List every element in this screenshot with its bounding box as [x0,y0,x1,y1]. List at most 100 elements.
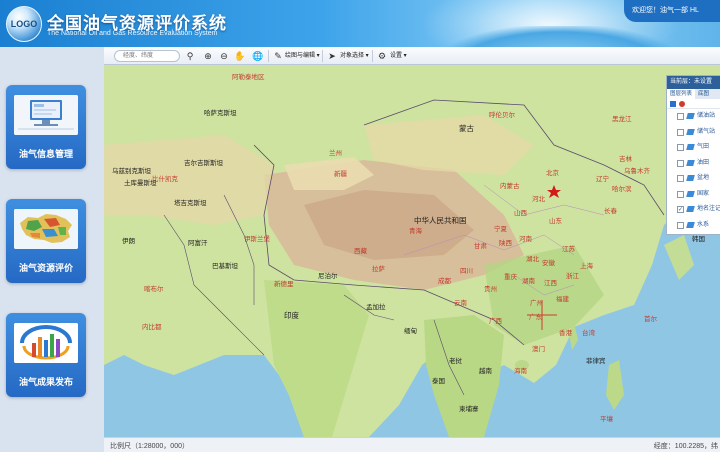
layer-item[interactable]: 水系 [667,218,720,234]
map-label: 柬埔寨 [459,406,479,413]
zoom-out-icon[interactable]: ⊖ [218,50,230,62]
map-place-label: 阿勒泰地区 [232,74,265,81]
tab-layer-list[interactable]: 图层列表 [667,89,696,99]
map-place-label: 广东 [529,314,542,321]
layer-name: 油田 [697,159,710,166]
layer-icon [686,159,695,166]
layer-checkbox[interactable] [677,221,684,229]
layer-icon [686,113,695,119]
layer-checkbox[interactable]: ✓ [677,206,684,213]
pan-hand-icon[interactable]: ✋ [234,50,246,62]
object-select-label: 对象选择 [340,53,365,59]
layer-panel: 当前层：未设置 图层列表 底图 储油站 储气站 气田 油田 盆地 国家 ✓ 地名注记 水系 [666,75,720,235]
map-place-label: 陕西 [499,240,512,247]
map-panel: ⚲ ⊕ ⊖ ✋ 🌐 ✎ 绘图与编辑 ▾ ➤ 对象选择 ▾ ⚙ 设置 ▾ [104,47,720,452]
layer-name: 储油站 [697,113,716,119]
map-label: 乌兹别克斯坦 [112,168,151,175]
map-place-label: 海南 [514,368,527,375]
layer-checkbox[interactable] [677,159,684,167]
layer-item[interactable]: 油田 [667,156,720,172]
map-label: 蒙古 [459,124,474,133]
map-label: 阿富汗 [188,240,208,247]
map-place-label: 江西 [544,280,557,287]
resource-map-thumbnail [14,209,78,249]
map-label: 新疆 [334,171,347,178]
map-place-label: 内比都 [142,324,162,331]
nav-oil-gas-info-management[interactable]: 油气信息管理 [6,85,86,169]
tab-basemap[interactable]: 底图 [695,89,712,99]
object-select-menu[interactable]: 对象选择 ▾ [340,50,369,62]
coordinate-search-input[interactable] [114,50,180,62]
map-place-label: 云南 [454,300,467,307]
page-subtitle: The National Oil and Gas Resource Evalua… [47,30,218,37]
header-earth-horizon [440,26,680,47]
layer-item[interactable]: ✓ 地名注记 [667,202,720,218]
map-place-label: 福建 [556,296,569,303]
layer-icon [686,175,695,181]
layer-checkbox[interactable] [677,113,684,120]
data-management-thumbnail [14,95,78,135]
layer-name: 水系 [697,221,710,228]
map-place-label: 浙江 [566,273,579,280]
draw-edit-menu[interactable]: 绘图与编辑 ▾ [285,50,320,62]
map-canvas[interactable]: 哈萨克斯坦 蒙古 吉尔吉斯斯坦 乌兹别克斯坦 土库曼斯坦 塔吉克斯坦 新疆 北京… [104,65,720,437]
pencil-icon: ✎ [274,51,282,61]
map-place-label: 山西 [514,210,527,217]
layer-checkbox[interactable] [677,175,684,182]
map-place-label: 哈尔滨 [612,186,632,193]
layer-checkbox[interactable] [677,128,684,136]
map-label: 尼泊尔 [318,273,338,280]
layer-item[interactable]: 储气站 [667,125,720,141]
map-place-label: 台湾 [582,330,595,337]
toolbar-divider [268,50,269,62]
map-place-label: 喀布尔 [144,286,164,293]
layer-checkbox[interactable] [677,190,684,198]
map-place-label: 湖南 [522,278,535,285]
map-place-label: 贵州 [484,286,497,293]
map-place-label: 上海 [580,263,593,270]
map-label: 泰国 [432,378,445,385]
settings-menu[interactable]: 设置 ▾ [390,50,407,62]
welcome-user[interactable]: 欢迎您！油气一部 HL [624,0,720,22]
nav-label: 油气成果发布 [18,377,73,387]
map-toolbar: ⚲ ⊕ ⊖ ✋ 🌐 ✎ 绘图与编辑 ▾ ➤ 对象选择 ▾ ⚙ 设置 ▾ [104,47,720,65]
map-place-label: 澳门 [532,346,545,353]
layer-item[interactable]: 储油站 [667,109,720,125]
map-label: 印度 [284,311,299,320]
bar-chart-thumbnail [14,323,78,363]
nav-label: 油气信息管理 [18,149,73,159]
layer-item[interactable]: 盆地 [667,171,720,187]
globe-icon[interactable]: 🌐 [252,50,264,62]
nav-label: 油气资源评价 [18,263,73,273]
locate-icon[interactable]: ⚲ [184,50,196,62]
nav-oil-gas-results-release[interactable]: 油气成果发布 [6,313,86,397]
map-label: 吉尔吉斯斯坦 [184,160,223,167]
layer-item[interactable]: 国家 [667,187,720,203]
expand-icon[interactable] [670,101,676,107]
scale-readout: 比例尺（1:28000，000） [110,443,189,450]
layer-item[interactable]: 气田 [667,140,720,156]
draw-edit-label: 绘图与编辑 [285,53,316,59]
zoom-in-icon[interactable]: ⊕ [202,50,214,62]
map-place-label: 首尔 [644,316,657,323]
map-label: 老挝 [449,358,462,365]
map-label: 巴基斯坦 [212,263,238,270]
remove-icon[interactable] [679,101,685,107]
map-place-label: 呼伦贝尔 [489,112,515,119]
gear-icon: ⚙ [377,51,387,61]
map-place-label: 辽宁 [596,176,609,183]
layer-checkbox[interactable] [677,144,684,151]
nav-oil-gas-resource-evaluation[interactable]: 油气资源评价 [6,199,86,283]
map-label: 孟加拉 [366,304,386,311]
map-place-label: 山东 [549,218,562,225]
map-place-label: 西藏 [354,248,367,255]
map-label: 伊斯兰堡 [244,236,270,243]
map-place-label: 重庆 [504,274,517,281]
map-place-label: 香港 [559,330,572,337]
map-label: 缅甸 [404,328,417,335]
map-label: 北京 [546,170,559,177]
map-label: 哈萨克斯坦 [204,110,237,117]
header-banner: LOGO 全国油气资源评价系统 The National Oil and Gas… [0,0,720,47]
map-label: 新德里 [274,281,294,288]
map-place-label: 宁夏 [494,226,507,233]
